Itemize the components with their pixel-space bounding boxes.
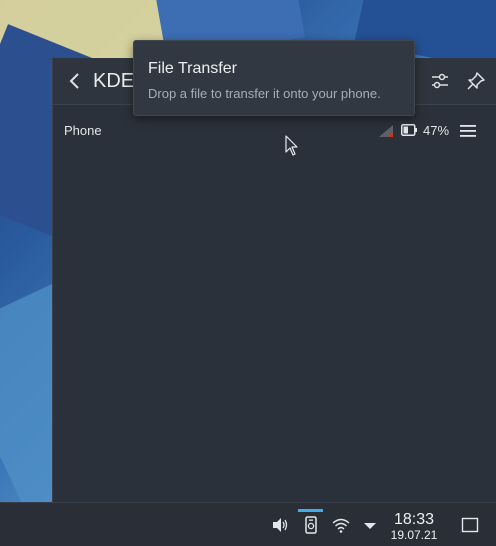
kdeconnect-popup: KDE Phone 47% bbox=[52, 58, 496, 502]
active-indicator bbox=[298, 509, 323, 512]
pin-icon bbox=[467, 72, 485, 90]
digital-clock[interactable]: 18:33 19.07.21 bbox=[386, 511, 442, 542]
mouse-cursor-icon bbox=[285, 135, 298, 156]
battery-percent: 47% bbox=[423, 123, 450, 138]
signal-icon bbox=[379, 125, 393, 137]
wifi-icon bbox=[332, 518, 350, 533]
device-row[interactable]: Phone 47% bbox=[53, 118, 496, 144]
configure-button[interactable] bbox=[429, 70, 451, 92]
expand-arrow-icon bbox=[364, 523, 376, 529]
back-button[interactable] bbox=[63, 69, 87, 93]
battery-icon bbox=[401, 124, 417, 136]
hamburger-menu-icon bbox=[460, 125, 476, 137]
clock-date: 19.07.21 bbox=[390, 528, 438, 542]
configure-icon bbox=[432, 73, 448, 89]
network-button[interactable] bbox=[331, 515, 351, 535]
device-name: Phone bbox=[64, 123, 102, 138]
tooltip-subtitle: Drop a file to transfer it onto your pho… bbox=[148, 86, 381, 101]
clock-time: 18:33 bbox=[393, 511, 435, 528]
tooltip-title: File Transfer bbox=[148, 60, 237, 77]
chevron-left-icon bbox=[69, 73, 79, 89]
kdeconnect-tray-button[interactable] bbox=[301, 515, 321, 535]
file-transfer-tooltip: File Transfer Drop a file to transfer it… bbox=[133, 40, 415, 116]
popup-title: KDE bbox=[93, 70, 135, 92]
show-desktop-icon bbox=[461, 517, 479, 533]
show-desktop-button[interactable] bbox=[460, 515, 480, 535]
tray-expand-button[interactable] bbox=[360, 515, 380, 535]
taskbar-panel: 18:33 19.07.21 bbox=[0, 502, 496, 546]
pin-button[interactable] bbox=[465, 70, 487, 92]
volume-button[interactable] bbox=[270, 515, 290, 535]
device-menu-button[interactable] bbox=[459, 123, 477, 139]
volume-icon bbox=[273, 518, 288, 532]
kdeconnect-icon bbox=[305, 516, 317, 534]
